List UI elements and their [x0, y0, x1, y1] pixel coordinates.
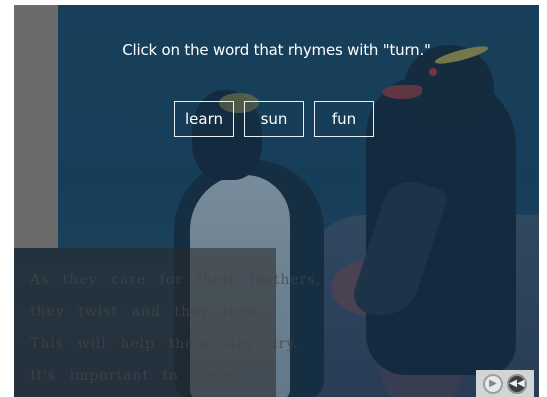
poem-line-1: As they care for their feathers, — [30, 272, 322, 288]
play-button[interactable]: ▶ — [483, 373, 503, 394]
poem-line-3: This will help them stay dry. — [30, 336, 299, 352]
playback-controls: ▶ ◀◀ — [476, 370, 534, 397]
rewind-button[interactable]: ◀◀ — [507, 373, 527, 394]
rewind-icon: ◀◀ — [509, 378, 525, 389]
question-text: Click on the word that rhymes with "turn… — [122, 41, 431, 59]
play-icon: ▶ — [489, 378, 497, 389]
poem-line-4: It's important to learn. — [30, 368, 240, 384]
choice-fun-button[interactable]: fun — [314, 101, 374, 137]
answer-choices: learn sun fun — [174, 101, 374, 137]
poem-text-box: As they care for their feathers, they tw… — [14, 248, 322, 397]
choice-sun-button[interactable]: sun — [244, 101, 304, 137]
choice-learn-button[interactable]: learn — [174, 101, 234, 137]
lesson-stage: Click on the word that rhymes with "turn… — [14, 5, 539, 397]
poem-line-2: they twist and they turn. — [30, 304, 263, 320]
